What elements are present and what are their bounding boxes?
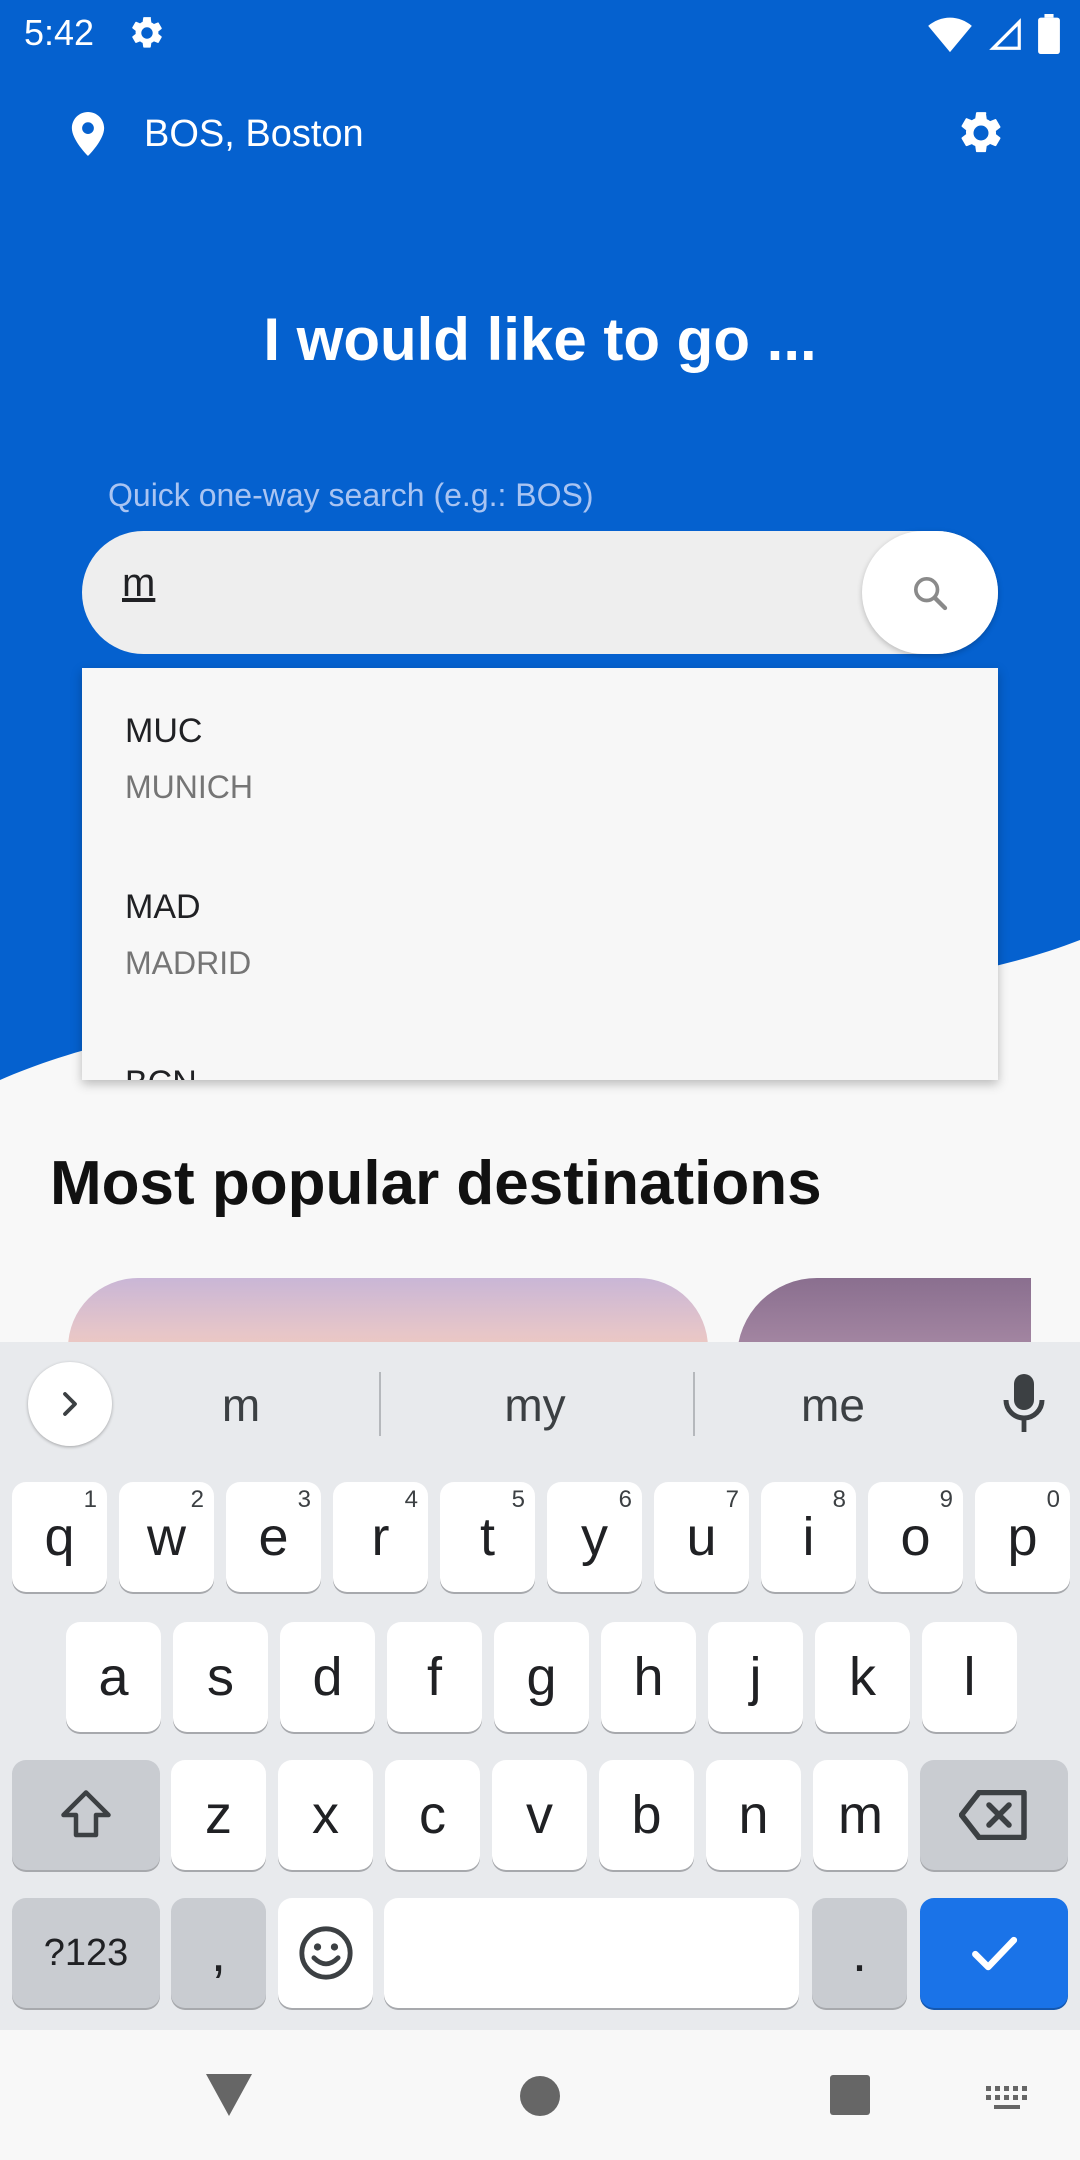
key-i[interactable]: i8	[761, 1482, 856, 1592]
key-label: o	[900, 1507, 931, 1567]
suggestion-bar: m my me	[0, 1342, 1080, 1472]
period-key[interactable]: .	[812, 1898, 907, 2008]
key-l[interactable]: l	[922, 1622, 1017, 1732]
key-hint: 5	[511, 1486, 525, 1513]
backspace-icon	[959, 1790, 1027, 1840]
airport-city: MADRID	[125, 945, 252, 981]
autocomplete-item[interactable]: MUC MUNICH	[125, 712, 253, 806]
shift-key[interactable]	[12, 1760, 160, 1870]
location-pin-icon	[71, 112, 105, 156]
key-g[interactable]: g	[494, 1622, 589, 1732]
key-label: r	[371, 1507, 390, 1567]
suggestion-divider	[379, 1372, 381, 1436]
key-x[interactable]: x	[278, 1760, 373, 1870]
key-a[interactable]: a	[66, 1622, 161, 1732]
status-bar: 5:42	[0, 0, 1080, 68]
key-o[interactable]: o9	[868, 1482, 963, 1592]
symbols-key[interactable]: ?123	[12, 1898, 160, 2008]
key-hint: 9	[939, 1486, 953, 1513]
key-c[interactable]: c	[385, 1760, 480, 1870]
settings-gear-icon[interactable]	[956, 108, 1006, 158]
key-p[interactable]: p0	[975, 1482, 1070, 1592]
airport-code: MAD	[125, 888, 201, 926]
suggestion[interactable]: my	[390, 1378, 680, 1432]
current-location: BOS, Boston	[144, 112, 364, 155]
key-u[interactable]: u7	[654, 1482, 749, 1592]
key-label: p	[1007, 1507, 1038, 1567]
search-bar[interactable]: m	[82, 531, 998, 654]
space-key[interactable]	[384, 1898, 799, 2008]
key-hint: 4	[404, 1486, 418, 1513]
key-label: i	[802, 1507, 815, 1567]
key-w[interactable]: w2	[119, 1482, 214, 1592]
key-hint: 2	[190, 1486, 204, 1513]
search-icon	[914, 576, 948, 610]
key-h[interactable]: h	[601, 1622, 696, 1732]
key-n[interactable]: n	[706, 1760, 801, 1870]
airport-city: MUNICH	[125, 769, 253, 805]
autocomplete-dropdown: MUC MUNICH MAD MADRID BCN	[82, 668, 998, 1080]
search-button[interactable]	[862, 531, 998, 654]
back-icon[interactable]	[204, 2072, 254, 2118]
key-hint: 8	[832, 1486, 846, 1513]
checkmark-icon	[972, 1936, 1018, 1971]
emoji-key[interactable]	[278, 1898, 373, 2008]
signal-icon	[989, 18, 1021, 50]
wifi-icon	[928, 17, 972, 53]
key-m[interactable]: m	[813, 1760, 908, 1870]
key-d[interactable]: d	[280, 1622, 375, 1732]
key-v[interactable]: v	[492, 1760, 587, 1870]
key-label: t	[479, 1507, 495, 1567]
status-time: 5:42	[24, 12, 95, 53]
search-label: Quick one-way search (e.g.: BOS)	[108, 477, 594, 513]
navigation-bar	[0, 2030, 1080, 2160]
key-t[interactable]: t5	[440, 1482, 535, 1592]
key-e[interactable]: e3	[226, 1482, 321, 1592]
comma-key[interactable]: ,	[171, 1898, 266, 2008]
autocomplete-item[interactable]: MAD MADRID	[125, 888, 251, 982]
key-hint: 6	[618, 1486, 632, 1513]
chevron-right-icon	[63, 1392, 77, 1416]
microphone-icon[interactable]	[1000, 1372, 1048, 1436]
home-icon[interactable]	[518, 2074, 562, 2118]
key-hint: 0	[1046, 1486, 1060, 1513]
emoji-icon	[298, 1926, 353, 1980]
key-b[interactable]: b	[599, 1760, 694, 1870]
key-label: u	[686, 1507, 717, 1567]
key-y[interactable]: y6	[547, 1482, 642, 1592]
key-hint: 7	[725, 1486, 739, 1513]
key-j[interactable]: j	[708, 1622, 803, 1732]
battery-icon	[1038, 14, 1060, 54]
section-title: Most popular destinations	[50, 1149, 822, 1218]
key-label: e	[258, 1507, 289, 1567]
autocomplete-item[interactable]: BCN	[125, 1064, 197, 1080]
key-q[interactable]: q1	[12, 1482, 107, 1592]
key-label: q	[44, 1507, 75, 1567]
search-input[interactable]: m	[122, 561, 155, 606]
settings-notification-icon	[132, 17, 162, 48]
key-hint: 1	[83, 1486, 97, 1513]
recents-icon[interactable]	[829, 2074, 871, 2116]
enter-key[interactable]	[920, 1898, 1068, 2008]
key-r[interactable]: r4	[333, 1482, 428, 1592]
suggestion[interactable]: me	[688, 1378, 978, 1432]
key-hint: 3	[297, 1486, 311, 1513]
suggestion[interactable]: m	[96, 1378, 386, 1432]
key-label: y	[581, 1507, 608, 1567]
location-row[interactable]: BOS, Boston	[70, 104, 364, 164]
keyboard: m my me q1w2e3r4t5y6u7i8o9p0 asdfghjkl z…	[0, 1342, 1080, 2030]
airport-code: BCN	[125, 1064, 197, 1080]
key-s[interactable]: s	[173, 1622, 268, 1732]
key-k[interactable]: k	[815, 1622, 910, 1732]
key-label: w	[147, 1507, 186, 1567]
key-z[interactable]: z	[171, 1760, 266, 1870]
backspace-key[interactable]	[920, 1760, 1068, 1870]
airport-code: MUC	[125, 712, 203, 750]
page-headline: I would like to go ...	[263, 306, 817, 373]
key-f[interactable]: f	[387, 1622, 482, 1732]
shift-icon	[61, 1790, 111, 1838]
keyboard-switch-icon[interactable]	[984, 2084, 1032, 2112]
